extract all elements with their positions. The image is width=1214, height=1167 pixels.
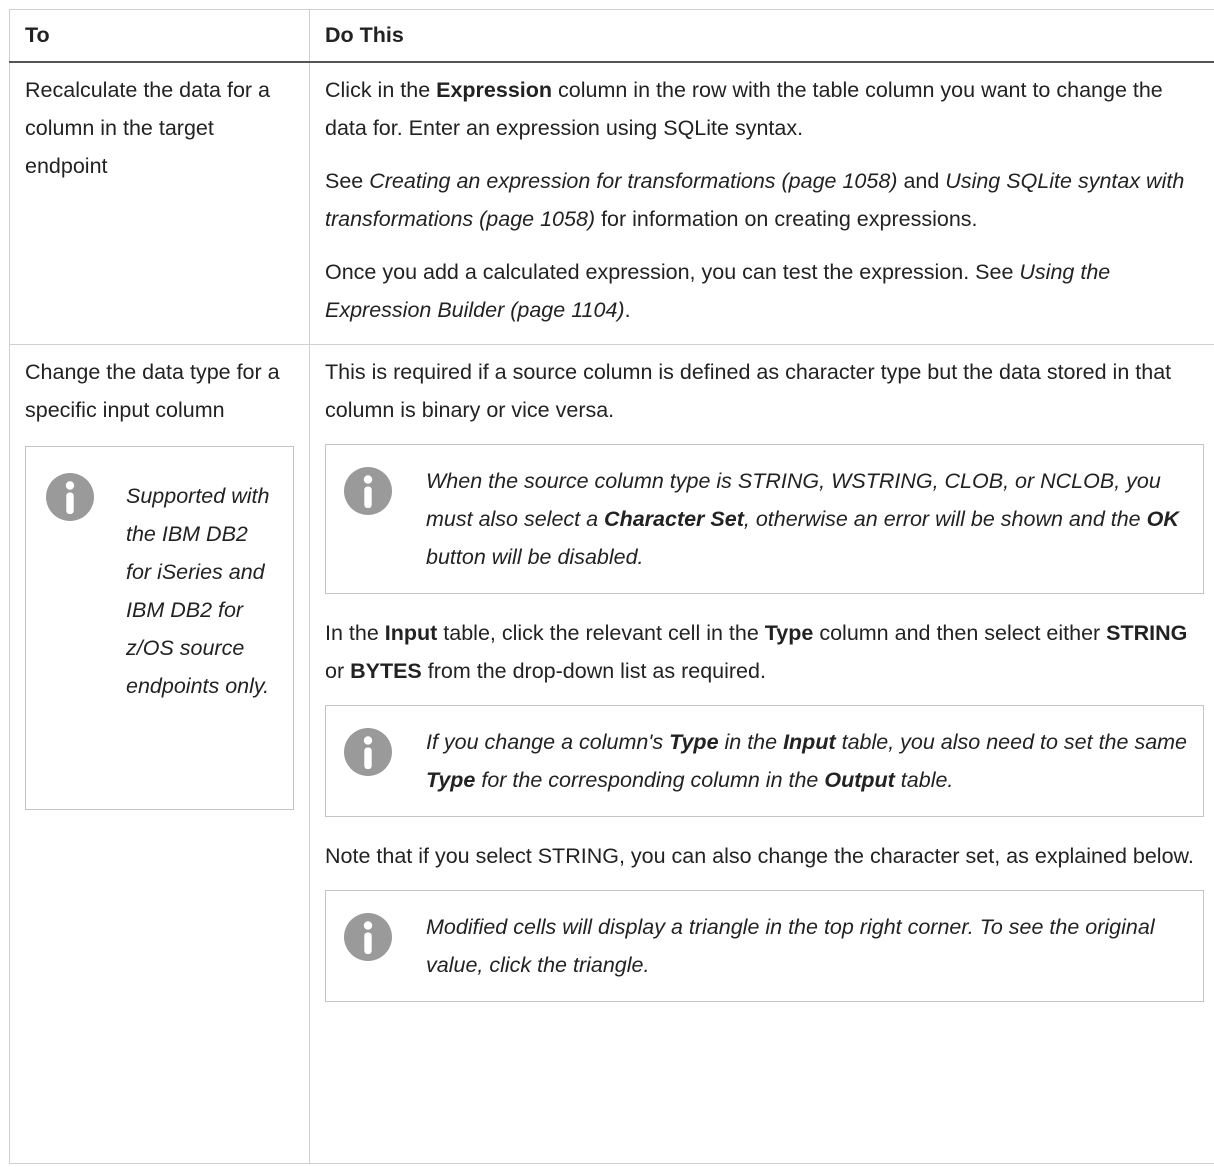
supported-endpoints-note: Supported with the IBM DB2 for iSeries a… [25, 446, 294, 810]
table-row: Change the data type for a specific inpu… [9, 344, 1214, 1164]
row2-to-text: Change the data type for a specific inpu… [25, 360, 280, 422]
header-do-this: Do This [309, 9, 1214, 63]
expression-term: Expression [436, 78, 553, 102]
row2-to-cell: Change the data type for a specific inpu… [9, 344, 310, 1164]
transformations-table: To Do This Recalculate the data for a co… [9, 9, 1214, 1164]
row2-paragraph-1: This is required if a source column is d… [325, 360, 1172, 422]
table-header-row: To Do This [9, 9, 1214, 63]
text-run: In the [325, 621, 385, 645]
info-icon [344, 913, 392, 961]
row1-do-cell: Click in the Expression column in the ro… [309, 61, 1214, 345]
text-run: See [325, 169, 370, 193]
row2-paragraph-2: In the Input table, click the relevant c… [325, 614, 1204, 690]
text-run: . [624, 298, 631, 322]
info-icon [344, 467, 392, 515]
text-run: and [897, 169, 946, 193]
type-change-note: If you change a column's Type in the Inp… [325, 705, 1204, 817]
character-set-note: When the source column type is STRING, W… [325, 444, 1204, 594]
bytes-term: BYTES [350, 659, 422, 683]
type-term: Type [426, 768, 476, 792]
row1-to-text: Recalculate the data for a column in the… [25, 78, 271, 178]
output-term: Output [824, 768, 895, 792]
row1-paragraph-2: See Creating an expression for transform… [325, 162, 1204, 238]
modified-cells-note: Modified cells will display a triangle i… [325, 890, 1204, 1002]
info-icon [344, 728, 392, 776]
text-run: or [325, 659, 351, 683]
note-text: Supported with the IBM DB2 for iSeries a… [126, 484, 270, 698]
row2-paragraph-3: Note that if you select STRING, you can … [325, 844, 1194, 868]
creating-expression-link[interactable]: Creating an expression for transformatio… [369, 169, 897, 193]
note-text: Modified cells will display a triangle i… [426, 915, 1155, 977]
text-run: from the drop-down list as required. [421, 659, 766, 683]
text-run: table. [894, 768, 954, 792]
string-term: STRING [1106, 621, 1188, 645]
input-term: Input [783, 730, 836, 754]
row1-to-cell: Recalculate the data for a column in the… [9, 61, 310, 345]
text-run: table, click the relevant cell in the [437, 621, 765, 645]
input-term: Input [384, 621, 438, 645]
text-run: Once you add a calculated expression, yo… [325, 260, 1020, 284]
header-to: To [9, 9, 310, 63]
text-run: for information on creating expressions. [595, 207, 978, 231]
text-run: column and then select either [813, 621, 1107, 645]
text-run: button will be disabled. [426, 545, 644, 569]
type-term: Type [764, 621, 814, 645]
character-set-term: Character Set [604, 507, 744, 531]
row1-paragraph-3: Once you add a calculated expression, yo… [325, 253, 1204, 329]
type-term: Type [669, 730, 719, 754]
text-run: table, you also need to set the same [835, 730, 1188, 754]
text-run: If you change a column's [426, 730, 670, 754]
row2-do-cell: This is required if a source column is d… [309, 344, 1214, 1164]
text-run: , otherwise an error will be shown and t… [743, 507, 1147, 531]
text-run: Click in the [325, 78, 437, 102]
text-run: in the [718, 730, 784, 754]
ok-term: OK [1146, 507, 1179, 531]
row1-paragraph-1: Click in the Expression column in the ro… [325, 71, 1204, 147]
text-run: for the corresponding column in the [475, 768, 825, 792]
table-row: Recalculate the data for a column in the… [9, 61, 1214, 345]
info-icon [46, 473, 94, 521]
